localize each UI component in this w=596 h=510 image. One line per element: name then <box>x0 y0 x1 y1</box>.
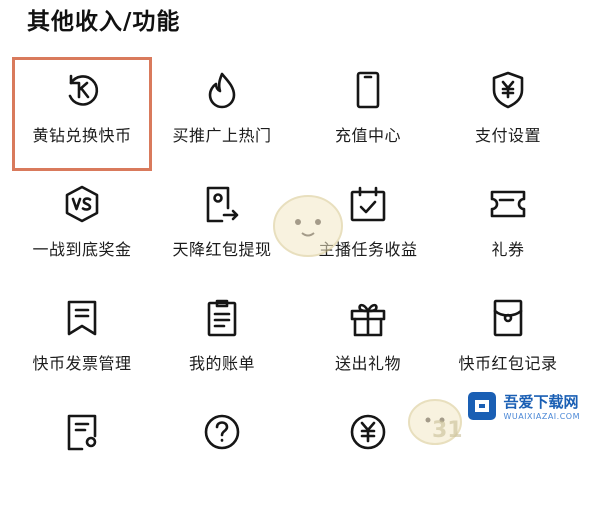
cell-label: 黄钻兑换快币 <box>32 126 132 145</box>
recharge-center-button[interactable]: 充值中心 <box>298 58 438 168</box>
watermark-corner-text: 31 <box>432 418 463 443</box>
red-packet-records-button[interactable]: 快币红包记录 <box>438 286 578 396</box>
watermark-title: 吾爱下载网 <box>503 393 579 411</box>
bookmark-doc-icon <box>62 298 102 338</box>
yen-shield-icon <box>488 70 528 110</box>
cell-label: 送出礼物 <box>334 354 401 373</box>
gold-diamond-exchange-button[interactable]: 黄钻兑换快币 <box>12 58 152 168</box>
help-icon <box>202 412 242 452</box>
buy-promotion-button[interactable]: 买推广上热门 <box>152 58 292 168</box>
watermark-logo-icon <box>468 392 497 420</box>
gift-icon <box>348 298 388 338</box>
k-coin-exchange-icon <box>62 70 102 110</box>
red-packet-withdraw-button[interactable]: 天降红包提现 <box>152 172 292 282</box>
help-button[interactable] <box>152 400 292 510</box>
flame-icon <box>202 70 242 110</box>
calendar-check-icon <box>348 184 388 224</box>
phone-icon <box>348 70 388 110</box>
watermark-url: WUAIXIAZAI.COM <box>503 412 580 421</box>
yen-circle-button[interactable] <box>298 400 438 510</box>
withdraw-icon <box>202 184 242 224</box>
coupons-button[interactable]: 礼券 <box>438 172 578 282</box>
section-title: 其他收入/功能 <box>27 9 181 35</box>
clipboard-icon <box>202 298 242 338</box>
cell-label: 支付设置 <box>474 126 541 145</box>
gifts-sent-button[interactable]: 送出礼物 <box>298 286 438 396</box>
streamer-task-earnings-button[interactable]: 主播任务收益 <box>298 172 438 282</box>
cell-label: 主播任务收益 <box>318 240 418 259</box>
document-user-button[interactable] <box>12 400 152 510</box>
cell-label: 快币发票管理 <box>32 354 132 373</box>
cell-label: 快币红包记录 <box>458 354 558 373</box>
cell-label: 我的账单 <box>188 354 255 373</box>
cell-label: 一战到底奖金 <box>32 240 132 259</box>
grid-row-3: 快币发票管理 我的账单 送出礼物 快币红包记录 <box>0 286 596 396</box>
cell-label: 礼券 <box>491 240 525 259</box>
site-watermark: 吾爱下载网 WUAIXIAZAI.COM <box>463 388 586 424</box>
invoice-management-button[interactable]: 快币发票管理 <box>12 286 152 396</box>
cell-label: 买推广上热门 <box>172 126 272 145</box>
red-packet-icon <box>488 298 528 338</box>
grid-row-1: 黄钻兑换快币 买推广上热门 充值中心 支付设置 <box>0 58 596 168</box>
payment-settings-button[interactable]: 支付设置 <box>438 58 578 168</box>
my-bills-button[interactable]: 我的账单 <box>152 286 292 396</box>
yen-circle-icon <box>348 412 388 452</box>
ticket-icon <box>488 184 528 224</box>
cell-label: 天降红包提现 <box>172 240 272 259</box>
grid-row-2: 一战到底奖金 天降红包提现 主播任务收益 礼券 <box>0 172 596 282</box>
document-user-icon <box>62 412 102 452</box>
cell-label: 充值中心 <box>334 126 401 145</box>
vs-badge-icon <box>62 184 102 224</box>
pk-bonus-button[interactable]: 一战到底奖金 <box>12 172 152 282</box>
